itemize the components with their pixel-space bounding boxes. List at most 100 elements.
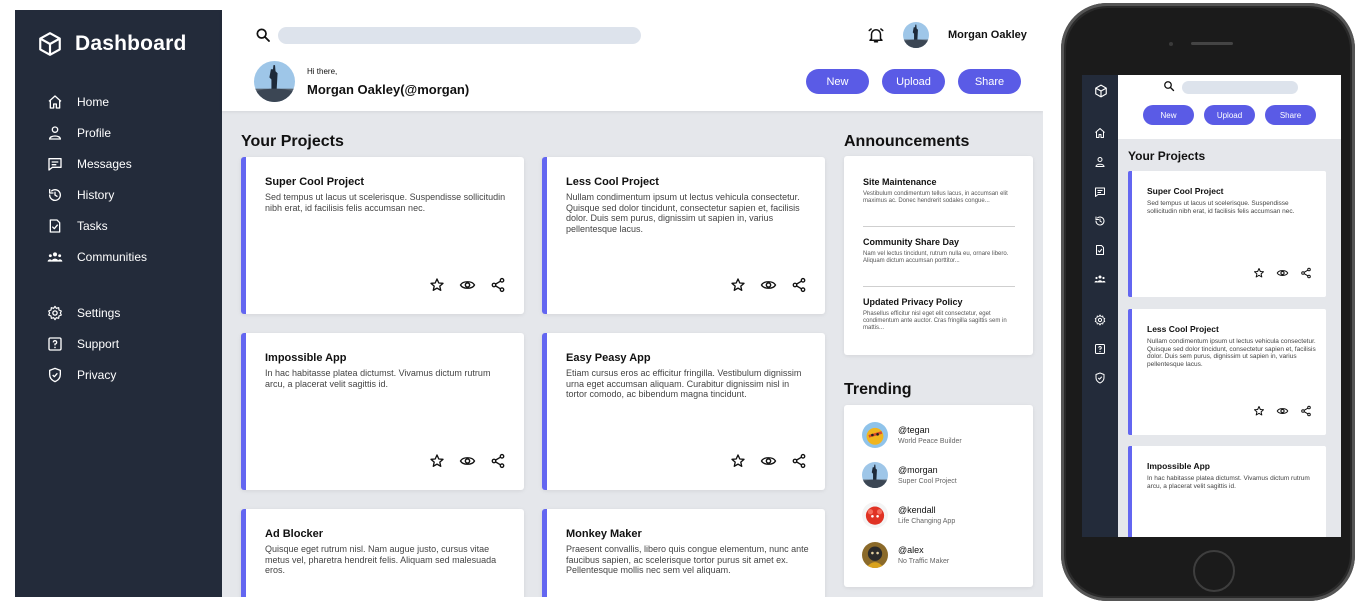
trending-item[interactable]: @kendall Life Changing App bbox=[862, 502, 955, 528]
sidebar: Dashboard Home Profile Messages History … bbox=[15, 10, 222, 597]
sidebar-item-messages[interactable]: Messages bbox=[47, 154, 217, 174]
trending-handle: @kendall bbox=[898, 505, 936, 515]
user-name[interactable]: Morgan Oakley bbox=[948, 29, 1027, 41]
eye-icon[interactable] bbox=[1276, 405, 1289, 417]
greeting: Hi there, bbox=[307, 67, 338, 76]
star-icon[interactable] bbox=[429, 453, 445, 469]
new-button[interactable]: New bbox=[1143, 105, 1194, 125]
project-title: Super Cool Project bbox=[265, 176, 365, 188]
share-icon[interactable] bbox=[490, 277, 506, 293]
tasks-icon[interactable] bbox=[1094, 244, 1106, 256]
announcement-item[interactable]: Site Maintenance Vestibulum condimentum … bbox=[863, 177, 1015, 205]
help-icon bbox=[47, 336, 63, 352]
brand[interactable]: Dashboard bbox=[37, 31, 187, 57]
announcement-item[interactable]: Community Share Day Nam vel lectus tinci… bbox=[863, 237, 1015, 265]
help-icon[interactable] bbox=[1094, 343, 1106, 355]
project-card[interactable]: Impossible App In hac habitasse platea d… bbox=[241, 333, 524, 490]
project-card[interactable]: Impossible App In hac habitasse platea d… bbox=[1128, 446, 1326, 537]
announcement-item[interactable]: Updated Privacy Policy Phasellus efficit… bbox=[863, 297, 1015, 332]
trending-handle: @morgan bbox=[898, 465, 938, 475]
share-icon[interactable] bbox=[1300, 405, 1312, 417]
user-icon[interactable] bbox=[1094, 156, 1106, 168]
star-icon[interactable] bbox=[1253, 405, 1265, 417]
sidebar-item-settings[interactable]: Settings bbox=[47, 303, 217, 323]
sidebar-item-profile[interactable]: Profile bbox=[47, 123, 217, 143]
project-card[interactable]: Monkey Maker Praesent convallis, libero … bbox=[542, 509, 825, 597]
sidebar-item-communities[interactable]: Communities bbox=[47, 247, 217, 267]
camera-dot bbox=[1169, 42, 1173, 46]
message-icon bbox=[47, 156, 63, 172]
home-icon bbox=[47, 94, 63, 110]
trending-panel: @tegan World Peace Builder @morgan Super C… bbox=[844, 405, 1033, 587]
home-button[interactable] bbox=[1193, 550, 1235, 592]
sidebar-item-home[interactable]: Home bbox=[47, 92, 217, 112]
project-card[interactable]: Easy Peasy App Etiam cursus eros ac effi… bbox=[542, 333, 825, 490]
eye-icon[interactable] bbox=[459, 453, 476, 469]
project-card[interactable]: Less Cool Project Nullam condimentum ips… bbox=[542, 157, 825, 314]
project-description: Nullam condimentum ipsum ut lectus vehic… bbox=[1147, 338, 1316, 368]
sidebar-item-label: Settings bbox=[77, 306, 121, 320]
eye-icon[interactable] bbox=[760, 453, 777, 469]
sidebar-item-label: Profile bbox=[77, 126, 112, 140]
project-card[interactable]: Less Cool Project Nullam condimentum ips… bbox=[1128, 309, 1326, 435]
sidebar-item-label: Support bbox=[77, 337, 120, 351]
trending-item[interactable]: @tegan World Peace Builder bbox=[862, 422, 962, 448]
message-icon[interactable] bbox=[1094, 186, 1106, 198]
sidebar-item-label: Home bbox=[77, 95, 110, 109]
mobile-sidebar bbox=[1082, 75, 1118, 537]
sidebar-item-privacy[interactable]: Privacy bbox=[47, 365, 217, 385]
sidebar-item-history[interactable]: History bbox=[47, 185, 217, 205]
project-description: Nullam condimentum ipsum ut lectus vehic… bbox=[566, 192, 800, 234]
projects-heading: Your Projects bbox=[241, 133, 344, 150]
sidebar-item-support[interactable]: Support bbox=[47, 334, 217, 354]
trending-subtitle: World Peace Builder bbox=[898, 438, 962, 445]
bell-icon[interactable] bbox=[867, 26, 885, 44]
upload-button[interactable]: Upload bbox=[882, 69, 945, 94]
sidebar-item-label: Messages bbox=[77, 157, 132, 171]
project-title: Less Cool Project bbox=[566, 176, 659, 188]
star-icon[interactable] bbox=[1253, 267, 1265, 279]
trending-subtitle: No Traffic Maker bbox=[898, 558, 950, 565]
desktop-app: Dashboard Home Profile Messages History … bbox=[15, 10, 1043, 597]
star-icon[interactable] bbox=[429, 277, 445, 293]
announcements-heading: Announcements bbox=[844, 133, 970, 150]
project-card[interactable]: Super Cool Project Sed tempus ut lacus u… bbox=[241, 157, 524, 314]
star-icon[interactable] bbox=[730, 277, 746, 293]
share-icon[interactable] bbox=[791, 277, 807, 293]
new-button[interactable]: New bbox=[806, 69, 869, 94]
eye-icon[interactable] bbox=[760, 277, 777, 293]
search-icon[interactable] bbox=[1163, 80, 1175, 92]
star-icon[interactable] bbox=[730, 453, 746, 469]
communities-icon[interactable] bbox=[1094, 273, 1106, 285]
trending-item[interactable]: @alex No Traffic Maker bbox=[862, 542, 949, 568]
eye-icon[interactable] bbox=[459, 277, 476, 293]
search-icon[interactable] bbox=[255, 27, 271, 43]
cube-logo-icon[interactable] bbox=[1094, 84, 1108, 98]
history-icon[interactable] bbox=[1094, 215, 1106, 227]
search-input[interactable] bbox=[1182, 81, 1298, 94]
project-card[interactable]: Ad Blocker Quisque eget rutrum nisl. Nam… bbox=[241, 509, 524, 597]
header: Morgan Oakley Hi there, Morgan Oakley(@m… bbox=[222, 10, 1043, 111]
announcement-title: Community Share Day bbox=[863, 237, 960, 247]
search-input[interactable] bbox=[278, 27, 641, 44]
gear-icon[interactable] bbox=[1094, 314, 1106, 326]
home-icon[interactable] bbox=[1094, 127, 1106, 139]
project-card[interactable]: Super Cool Project Sed tempus ut lacus u… bbox=[1128, 171, 1326, 297]
avatar[interactable] bbox=[903, 22, 929, 48]
sidebar-item-tasks[interactable]: Tasks bbox=[47, 216, 217, 236]
shield-icon[interactable] bbox=[1094, 372, 1106, 384]
share-icon[interactable] bbox=[490, 453, 506, 469]
eye-icon[interactable] bbox=[1276, 267, 1289, 279]
project-title: Ad Blocker bbox=[265, 528, 324, 540]
profile-name: Morgan Oakley(@morgan) bbox=[307, 82, 470, 97]
share-icon[interactable] bbox=[1300, 267, 1312, 279]
history-icon bbox=[47, 187, 63, 203]
trending-item[interactable]: @morgan Super Cool Project bbox=[862, 462, 957, 488]
project-description: Sed tempus ut lacus ut scelerisque. Susp… bbox=[265, 192, 506, 213]
share-button[interactable]: Share bbox=[1265, 105, 1316, 125]
cube-logo-icon bbox=[37, 31, 63, 57]
share-button[interactable]: Share bbox=[958, 69, 1021, 94]
project-title: Monkey Maker bbox=[566, 528, 642, 540]
share-icon[interactable] bbox=[791, 453, 807, 469]
upload-button[interactable]: Upload bbox=[1204, 105, 1255, 125]
